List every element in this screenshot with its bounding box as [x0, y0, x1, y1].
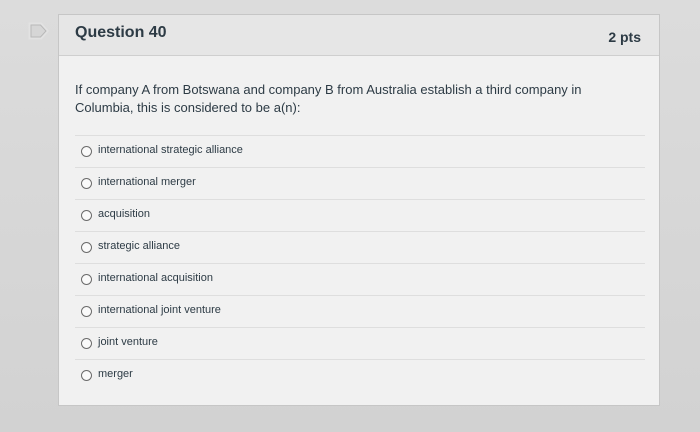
answer-label[interactable]: international joint venture	[98, 304, 221, 316]
radio-button[interactable]	[81, 306, 92, 317]
answer-label[interactable]: acquisition	[98, 208, 150, 220]
radio-button[interactable]	[81, 146, 92, 157]
answer-option[interactable]: international strategic alliance	[75, 135, 645, 167]
answer-label[interactable]: international merger	[98, 176, 196, 188]
question-title: Question 40	[75, 24, 167, 41]
answer-option[interactable]: strategic alliance	[75, 231, 645, 263]
answer-option[interactable]: joint venture	[75, 327, 645, 359]
answer-label[interactable]: joint venture	[98, 336, 158, 348]
flag-question-icon[interactable]	[28, 22, 50, 40]
radio-button[interactable]	[81, 210, 92, 221]
radio-button[interactable]	[81, 178, 92, 189]
answer-option[interactable]: international merger	[75, 167, 645, 199]
answer-label[interactable]: strategic alliance	[98, 240, 180, 252]
answer-label[interactable]: international acquisition	[98, 272, 213, 284]
radio-button[interactable]	[81, 274, 92, 285]
answer-option[interactable]: international joint venture	[75, 295, 645, 327]
answer-list: international strategic alliance interna…	[75, 135, 645, 391]
radio-button[interactable]	[81, 338, 92, 349]
answer-label[interactable]: international strategic alliance	[98, 144, 243, 156]
answer-option[interactable]: acquisition	[75, 199, 645, 231]
question-text: If company A from Botswana and company B…	[75, 82, 582, 115]
answer-option[interactable]: international acquisition	[75, 263, 645, 295]
answer-label[interactable]: merger	[98, 368, 133, 380]
question-header: Question 40 2 pts	[59, 15, 659, 56]
answer-option[interactable]: merger	[75, 359, 645, 391]
radio-button[interactable]	[81, 370, 92, 381]
question-points: 2 pts	[608, 29, 641, 45]
question-card: Question 40 2 pts If company A from Bots…	[58, 14, 660, 406]
radio-button[interactable]	[81, 242, 92, 253]
